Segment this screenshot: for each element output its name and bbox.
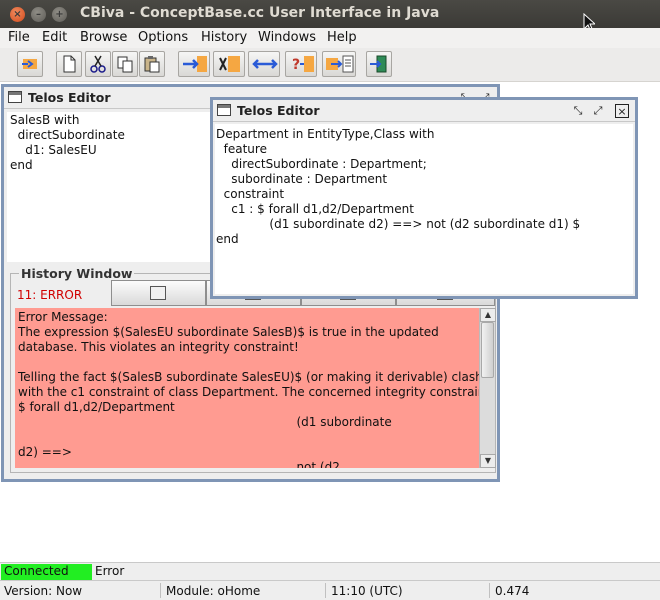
history-window: History Window 11: ERROR T ↺ Error Messa… bbox=[10, 266, 496, 473]
tell-icon bbox=[183, 56, 207, 72]
menu-history[interactable]: History bbox=[201, 30, 247, 45]
cut-icon bbox=[90, 55, 106, 73]
menu-help[interactable]: Help bbox=[327, 30, 357, 45]
svg-text:?: ? bbox=[292, 57, 300, 73]
close-icon[interactable]: × bbox=[615, 104, 629, 118]
telos-editor-front-textarea[interactable]: Department in EntityType,Class with feat… bbox=[215, 124, 633, 294]
query-button[interactable] bbox=[322, 51, 356, 77]
copy-button[interactable] bbox=[112, 51, 138, 77]
untell-icon bbox=[219, 56, 240, 72]
telos-icon bbox=[22, 59, 37, 69]
window-title-bar: × – + CBiva - ConceptBase.cc User Interf… bbox=[0, 0, 660, 33]
exit-icon bbox=[370, 55, 387, 73]
menu-windows[interactable]: Windows bbox=[258, 30, 316, 45]
history-first-button[interactable] bbox=[111, 280, 206, 306]
scroll-down-icon[interactable]: ▼ bbox=[480, 454, 496, 468]
copy-icon bbox=[117, 56, 133, 73]
telos-editor-back-title: Telos Editor bbox=[28, 90, 111, 105]
menu-file[interactable]: File bbox=[8, 30, 30, 45]
new-file-button[interactable] bbox=[56, 51, 82, 77]
value-label: 0.474 bbox=[495, 584, 530, 598]
ask-icon: ? bbox=[292, 56, 314, 73]
cut-button[interactable] bbox=[85, 51, 111, 77]
separator bbox=[160, 583, 161, 598]
desktop-pane: Telos Editor ⤡ ⤢ SalesB with directSubor… bbox=[0, 82, 660, 562]
telos-editor-front-titlebar[interactable]: Telos Editor ⤡ ⤢ × bbox=[213, 100, 635, 122]
menu-bar: File Edit Browse Options History Windows… bbox=[0, 28, 660, 48]
minimize-window-button[interactable]: – bbox=[31, 7, 46, 22]
separator bbox=[325, 583, 326, 598]
version-label: Version: Now bbox=[4, 584, 83, 598]
window-title: CBiva - ConceptBase.cc User Interface in… bbox=[80, 5, 440, 21]
frame-icon bbox=[217, 104, 231, 116]
telos-button[interactable] bbox=[17, 51, 43, 77]
telos-editor-front-frame[interactable]: Telos Editor ⤡ ⤢ × Department in EntityT… bbox=[210, 97, 638, 299]
first-icon bbox=[150, 286, 166, 300]
paste-icon bbox=[144, 56, 160, 73]
exit-button[interactable] bbox=[366, 51, 392, 77]
separator bbox=[489, 583, 490, 598]
close-window-button[interactable]: × bbox=[10, 7, 25, 22]
info-status-bar: Version: Now Module: oHome 11:10 (UTC) 0… bbox=[0, 580, 660, 600]
close-icon: × bbox=[13, 9, 22, 20]
error-status: Error bbox=[95, 564, 125, 578]
telos-editor-front-title: Telos Editor bbox=[237, 103, 320, 118]
menu-edit[interactable]: Edit bbox=[42, 30, 67, 45]
module-label: Module: oHome bbox=[166, 584, 261, 598]
minimize-icon[interactable]: ⤡ bbox=[571, 104, 585, 118]
error-message-area[interactable]: Error Message: The expression $(SalesEU … bbox=[15, 308, 479, 468]
maximize-window-button[interactable]: + bbox=[52, 7, 67, 22]
maximize-icon: + bbox=[55, 9, 64, 20]
toolbar: ? bbox=[0, 48, 660, 82]
retell-icon bbox=[252, 59, 278, 69]
scroll-thumb[interactable] bbox=[481, 322, 494, 378]
error-scrollbar[interactable]: ▲ ▼ bbox=[479, 308, 496, 468]
retell-button[interactable] bbox=[248, 51, 280, 77]
connection-status-bar: Connected Error bbox=[0, 562, 660, 580]
query-icon bbox=[326, 55, 354, 73]
scroll-up-icon[interactable]: ▲ bbox=[480, 308, 496, 322]
time-label: 11:10 (UTC) bbox=[331, 584, 403, 598]
untell-button[interactable] bbox=[213, 51, 245, 77]
tell-button[interactable] bbox=[178, 51, 210, 77]
paste-button[interactable] bbox=[139, 51, 165, 77]
ask-button[interactable]: ? bbox=[285, 51, 317, 77]
history-window-title: History Window bbox=[19, 266, 135, 281]
frame-icon bbox=[8, 91, 22, 103]
maximize-icon[interactable]: ⤢ bbox=[591, 104, 605, 118]
history-entry-label: 11: ERROR bbox=[17, 288, 83, 302]
connection-status: Connected bbox=[1, 564, 92, 580]
minimize-icon: – bbox=[36, 9, 41, 20]
new-file-icon bbox=[63, 55, 76, 73]
menu-browse[interactable]: Browse bbox=[80, 30, 127, 45]
menu-options[interactable]: Options bbox=[138, 30, 188, 45]
